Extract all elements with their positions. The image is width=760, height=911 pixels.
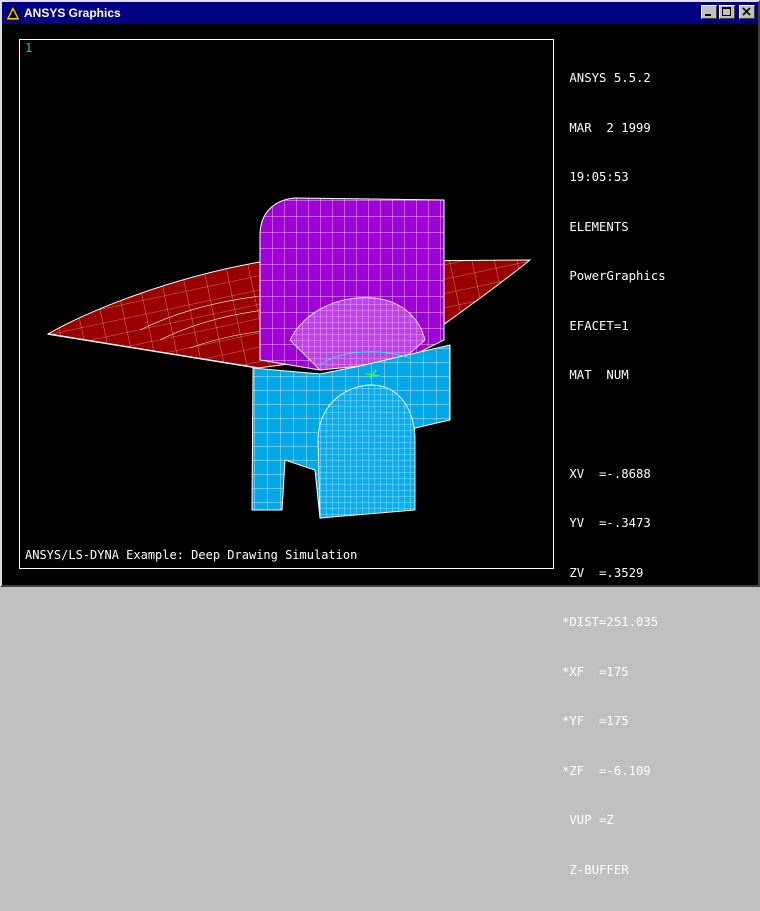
legend-xf: *XF =175 <box>562 664 629 679</box>
legend-zbuffer: Z-BUFFER <box>562 862 629 877</box>
deep-drawing-model <box>46 197 532 519</box>
graphics-viewport[interactable]: 1 ANSYS/LS-DYNA Example: Deep Drawing Si… <box>19 39 554 569</box>
legend-date: MAR 2 1999 <box>562 120 651 135</box>
minimize-icon <box>705 14 711 16</box>
maximize-icon <box>722 7 731 16</box>
legend-zv: ZV =.3529 <box>562 565 644 580</box>
window-title: ANSYS Graphics <box>24 6 121 20</box>
punch-tool <box>259 197 445 371</box>
legend-numbering: MAT NUM <box>562 368 629 382</box>
close-button[interactable] <box>739 5 755 19</box>
plot-caption: ANSYS/LS-DYNA Example: Deep Drawing Simu… <box>25 548 358 562</box>
legend-plot-type: ELEMENTS <box>562 219 629 234</box>
ansys-logo-icon <box>5 5 21 21</box>
legend-vup: VUP =Z <box>562 813 614 827</box>
title-bar[interactable]: ANSYS Graphics <box>2 2 758 24</box>
legend-efacet: EFACET=1 <box>562 318 629 333</box>
legend-zf: *ZF =-6.109 <box>562 763 651 778</box>
close-icon <box>742 7 751 16</box>
ansys-graphics-window: ANSYS Graphics 1 ANSYS/LS-DYNA Example: … <box>0 0 760 877</box>
graphics-area[interactable]: 1 ANSYS/LS-DYNA Example: Deep Drawing Si… <box>4 26 756 877</box>
legend-xv: XV =-.8688 <box>562 466 651 481</box>
die-tool <box>251 344 451 519</box>
legend-yf: *YF =175 <box>562 714 629 728</box>
view-info-legend: ANSYS 5.5.2 MAR 2 1999 19:05:53 ELEMENTS… <box>562 37 752 911</box>
maximize-button[interactable] <box>719 5 735 19</box>
legend-graphics-mode: PowerGraphics <box>562 269 666 283</box>
legend-yv: YV =-.3473 <box>562 516 651 530</box>
legend-dist: *DIST=251.035 <box>562 615 659 629</box>
legend-version: ANSYS 5.5.2 <box>562 71 651 85</box>
minimize-button[interactable] <box>701 5 717 19</box>
legend-time: 19:05:53 <box>562 170 629 184</box>
